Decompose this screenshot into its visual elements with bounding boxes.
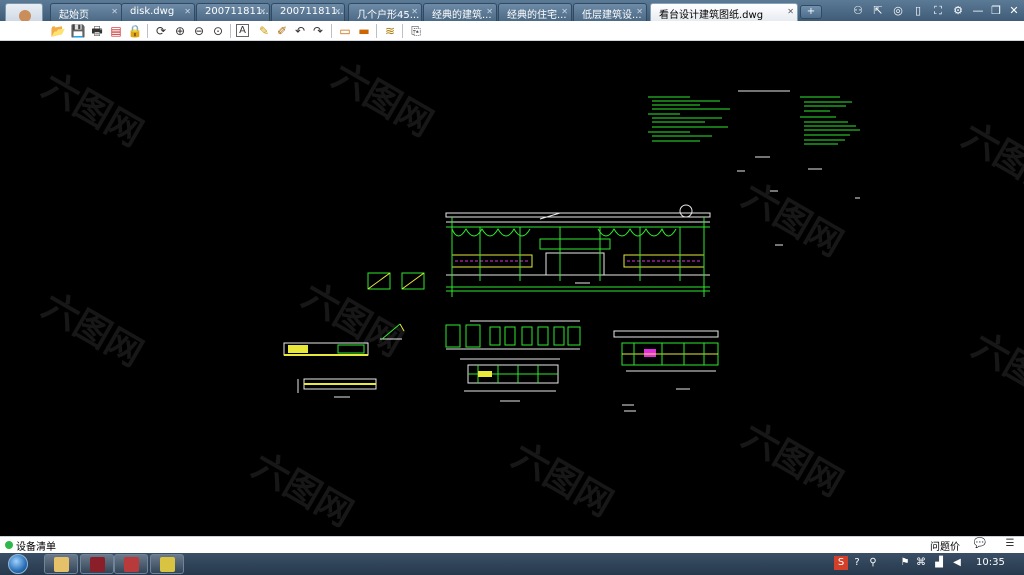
tab-bar: 起始页 ✕ disk.dwg ✕ 200711811... ✕ 200711811..…: [0, 0, 1024, 39]
close-tab-icon[interactable]: ✕: [411, 7, 418, 16]
close-icon[interactable]: ✕: [1006, 3, 1022, 18]
print-icon[interactable]: 🖶: [89, 23, 105, 39]
tab-label: 几个户形45...: [357, 10, 420, 21]
close-tab-icon[interactable]: ✕: [787, 7, 794, 16]
tab-file-6[interactable]: 经典的建筑... ✕: [423, 3, 497, 21]
taskbar-app-3[interactable]: [114, 554, 148, 574]
zoom-in-icon[interactable]: ⊙: [210, 23, 226, 39]
settings-icon[interactable]: ⚙: [950, 3, 966, 18]
markup-icon[interactable]: ✐: [274, 23, 290, 39]
share-icon[interactable]: ⇱: [870, 3, 886, 18]
feedback-link[interactable]: 问题价: [930, 538, 960, 553]
export-icon[interactable]: ⎘: [408, 23, 424, 39]
chat-icon[interactable]: 💬: [972, 538, 988, 552]
archive-icon: [124, 557, 139, 572]
close-tab-icon[interactable]: ✕: [636, 7, 643, 16]
fullscreen-icon[interactable]: ⛶: [930, 3, 946, 18]
taskbar-cad-viewer[interactable]: [150, 554, 184, 574]
restore-icon[interactable]: ❐: [988, 3, 1004, 18]
taskbar-explorer[interactable]: [44, 554, 78, 574]
users-icon[interactable]: ⚇: [850, 3, 866, 18]
layers-icon[interactable]: ≋: [382, 23, 398, 39]
lock-icon[interactable]: 🔒: [127, 23, 143, 39]
toolbar-separator: [331, 24, 332, 38]
signal-icon[interactable]: ▟: [932, 556, 946, 570]
stair-details: [367, 272, 425, 340]
taskbar-app-2[interactable]: [80, 554, 114, 574]
volume-icon[interactable]: ◀: [950, 556, 964, 570]
app-window: 起始页 ✕ disk.dwg ✕ 200711811... ✕ 200711811..…: [0, 0, 1024, 575]
new-tab-button[interactable]: +: [800, 5, 822, 19]
menu-icon[interactable]: ☰: [1002, 538, 1018, 552]
minimize-icon[interactable]: —: [970, 3, 986, 18]
ruler-icon[interactable]: ▬: [356, 23, 372, 39]
pencil-icon[interactable]: ✎: [256, 23, 272, 39]
tab-file-3[interactable]: 200711811... ✕: [196, 3, 270, 21]
close-tab-icon[interactable]: ✕: [334, 7, 341, 16]
zoom-out-icon[interactable]: ⊖: [191, 23, 207, 39]
tab-start-page[interactable]: 起始页 ✕: [50, 3, 122, 21]
tab-file-5[interactable]: 几个户形45... ✕: [348, 3, 422, 21]
close-tab-icon[interactable]: ✕: [111, 7, 118, 16]
flag-icon[interactable]: ⚑: [898, 556, 912, 570]
start-button[interactable]: [6, 553, 34, 575]
status-bar: 设备清单 问题价 💬 ☰: [0, 536, 1024, 553]
folder-icon: [54, 557, 69, 572]
tab-file-4[interactable]: 200711811... ✕: [271, 3, 345, 21]
help-icon[interactable]: ?: [850, 556, 864, 570]
windows-logo-icon: [8, 554, 28, 574]
tab-label: disk.dwg: [130, 6, 175, 17]
toolbar-separator: [376, 24, 377, 38]
save-icon[interactable]: 💾: [70, 23, 86, 39]
app-icon: [90, 557, 105, 572]
zoom-window-icon[interactable]: ⊕: [172, 23, 188, 39]
pdf-icon[interactable]: ▤: [108, 23, 124, 39]
close-tab-icon[interactable]: ✕: [259, 7, 266, 16]
measure-icon[interactable]: ▭: [337, 23, 353, 39]
cad-viewer-icon: [160, 557, 175, 572]
status-indicator: [5, 541, 13, 549]
tab-disk[interactable]: disk.dwg ✕: [121, 3, 195, 21]
section-elevation: [445, 204, 711, 297]
tray-app-icon[interactable]: S: [834, 556, 848, 570]
tab-label: 起始页: [59, 10, 89, 21]
center-details: [445, 320, 581, 402]
text-icon[interactable]: A: [236, 24, 249, 37]
close-tab-icon[interactable]: ✕: [184, 7, 191, 16]
phone-icon[interactable]: ▯: [910, 3, 926, 18]
close-tab-icon[interactable]: ✕: [561, 7, 568, 16]
status-label[interactable]: 设备清单: [16, 538, 56, 553]
taskbar: S ? ⚲ ⚑ ⌘ ▟ ◀ 10:35: [0, 553, 1024, 575]
redo-icon[interactable]: ↷: [310, 23, 326, 39]
toolbar: 📂 💾 🖶 ▤ 🔒 ⟳ ⊕ ⊖ ⊙ A ✎ ✐ ↶ ↷ ▭ ▬ ≋ ⎘: [0, 21, 1024, 41]
tab-label: 看台设计建筑图纸.dwg: [659, 10, 764, 21]
tray-expand-icon[interactable]: ⚲: [866, 556, 880, 570]
open-icon[interactable]: 📂: [50, 23, 66, 39]
toolbar-separator: [230, 24, 231, 38]
undo-icon[interactable]: ↶: [292, 23, 308, 39]
tab-label: 低层建筑设...: [582, 10, 642, 21]
skin-icon[interactable]: ◎: [890, 3, 906, 18]
cad-drawing: [283, 90, 860, 412]
drawing-canvas[interactable]: 六图网 六图网 六图网 六图网 六图网 六图网 六图网 六图网 六图网 六图网: [0, 41, 1024, 536]
rotate-icon[interactable]: ⟳: [153, 23, 169, 39]
right-plan: [613, 330, 719, 412]
left-elevation: [283, 342, 377, 398]
close-tab-icon[interactable]: ✕: [486, 7, 493, 16]
tab-file-7[interactable]: 经典的住宅... ✕: [498, 3, 572, 21]
tab-file-8[interactable]: 低层建筑设... ✕: [573, 3, 647, 21]
tab-label: 经典的住宅...: [507, 10, 567, 21]
tab-label: 经典的建筑...: [432, 10, 492, 21]
toolbar-separator: [402, 24, 403, 38]
tab-active-drawing[interactable]: 看台设计建筑图纸.dwg ✕: [650, 3, 798, 21]
clock[interactable]: 10:35: [976, 557, 1005, 568]
toolbar-separator: [147, 24, 148, 38]
network-tray-icon[interactable]: ⌘: [914, 556, 928, 570]
